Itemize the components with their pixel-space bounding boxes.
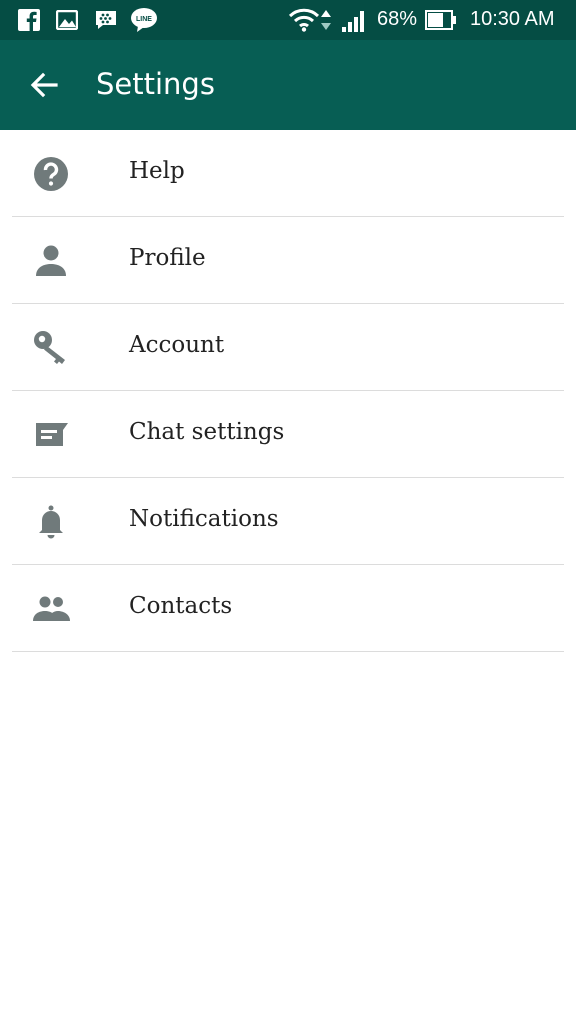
settings-list: Help Profile Account Chat settings Notif… [0, 130, 576, 652]
settings-item-label: Help [129, 158, 185, 184]
battery-percent: 68% [377, 8, 418, 30]
gallery-icon [56, 10, 78, 30]
bbm-icon [96, 11, 116, 29]
settings-item-label: Account [129, 332, 225, 358]
bell-icon [39, 505, 63, 539]
settings-item-label: Notifications [129, 506, 279, 532]
facebook-icon [18, 9, 40, 31]
help-icon [34, 157, 68, 191]
settings-item-help[interactable]: Help [0, 130, 576, 217]
line-badge-text: LINE [136, 16, 152, 23]
signal-icon [342, 11, 364, 32]
page-title: Settings [96, 67, 215, 101]
settings-item-chat-settings[interactable]: Chat settings [0, 391, 576, 478]
divider [12, 651, 564, 652]
settings-item-label: Profile [129, 245, 206, 271]
settings-item-notifications[interactable]: Notifications [0, 478, 576, 565]
chat-icon [36, 423, 68, 446]
settings-item-label: Contacts [129, 593, 233, 619]
settings-item-label: Chat settings [129, 419, 285, 445]
settings-item-account[interactable]: Account [0, 304, 576, 391]
wifi-icon [288, 8, 320, 32]
app-bar: Settings [0, 40, 576, 130]
person-icon [36, 245, 66, 276]
status-bar: LINE 68% 10:30 AM [0, 0, 576, 40]
arrow-left-icon[interactable] [26, 67, 62, 103]
people-icon [33, 596, 70, 621]
battery-icon [425, 10, 456, 30]
key-icon [34, 331, 65, 364]
line-icon: LINE [131, 8, 157, 32]
clock: 10:30 AM [470, 8, 555, 30]
data-activity-icon [321, 10, 331, 30]
settings-item-profile[interactable]: Profile [0, 217, 576, 304]
settings-item-contacts[interactable]: Contacts [0, 565, 576, 652]
